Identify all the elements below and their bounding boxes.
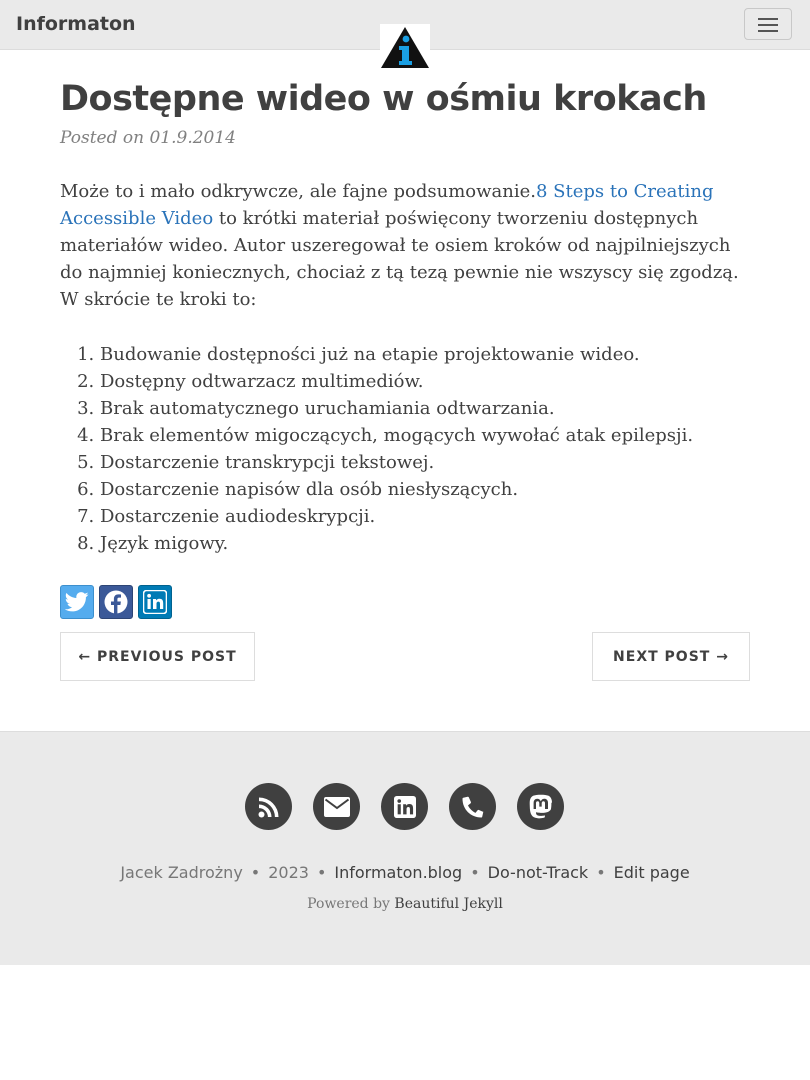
hamburger-line <box>758 24 778 26</box>
facebook-icon <box>104 590 128 614</box>
linkedin-icon <box>393 795 416 818</box>
info-logo-icon <box>381 27 429 68</box>
footer-site-link[interactable]: Informaton.blog <box>334 863 462 882</box>
post-meta: Posted on 01.9.2014 <box>60 128 236 148</box>
previous-post-button[interactable]: ← PREVIOUS POST <box>60 632 255 681</box>
email-link[interactable] <box>313 783 360 830</box>
twitter-icon <box>65 592 89 612</box>
list-item: Dostarczenie audiodeskrypcji. <box>100 503 750 530</box>
footer-dnt-link[interactable]: Do-not-Track <box>488 863 589 882</box>
beautiful-jekyll-link[interactable]: Beautiful Jekyll <box>394 896 502 912</box>
powered-by: Powered by Beautiful Jekyll <box>0 896 810 912</box>
share-buttons <box>60 585 750 619</box>
hamburger-line <box>758 30 778 32</box>
linkedin-icon <box>143 590 167 614</box>
list-item: Dostarczenie transkrypcji tekstowej. <box>100 449 750 476</box>
post-title: Dostępne wideo w ośmiu krokach <box>60 79 707 119</box>
post-intro: Może to i mało odkrywcze, ale fajne pods… <box>60 178 750 313</box>
footer: Jacek Zadrożny • 2023 • Informaton.blog • Do-n… <box>0 731 810 965</box>
footer-social-links <box>245 783 564 830</box>
next-post-button[interactable]: NEXT POST → <box>592 632 750 681</box>
steps-list: Budowanie dostępności już na etapie proj… <box>60 341 750 557</box>
site-logo[interactable] <box>380 24 430 70</box>
list-item: Dostępny odtwarzacz multimediów. <box>100 368 750 395</box>
footer-credits: Jacek Zadrożny • 2023 • Informaton.blog • Do-n… <box>120 863 690 882</box>
list-item: Język migowy. <box>100 530 750 557</box>
powered-by-text: Powered by <box>307 896 390 912</box>
rss-link[interactable] <box>245 783 292 830</box>
phone-icon <box>462 796 483 817</box>
list-item: Brak automatycznego uruchamiania odtwarz… <box>100 395 750 422</box>
linkedin-link[interactable] <box>381 783 428 830</box>
mastodon-icon <box>529 794 552 818</box>
footer-author: Jacek Zadrożny <box>120 863 243 882</box>
list-item: Dostarczenie napisów dla osób niesłysząc… <box>100 476 750 503</box>
menu-toggle-button[interactable] <box>744 8 792 40</box>
post-content: Dostępne wideo w ośmiu krokach Posted on… <box>60 78 750 619</box>
footer-edit-link[interactable]: Edit page <box>614 863 690 882</box>
hamburger-line <box>758 18 778 20</box>
share-twitter-button[interactable] <box>60 585 94 619</box>
envelope-icon <box>323 796 350 817</box>
mastodon-link[interactable] <box>517 783 564 830</box>
footer-year: 2023 <box>268 863 309 882</box>
navbar-brand[interactable]: Informaton <box>16 13 136 35</box>
intro-text: Może to i mało odkrywcze, ale fajne pods… <box>60 181 536 202</box>
phone-link[interactable] <box>449 783 496 830</box>
list-item: Brak elementów migoczących, mogących wyw… <box>100 422 750 449</box>
list-item: Budowanie dostępności już na etapie proj… <box>100 341 750 368</box>
rss-icon <box>258 797 278 817</box>
share-facebook-button[interactable] <box>99 585 133 619</box>
share-linkedin-button[interactable] <box>138 585 172 619</box>
